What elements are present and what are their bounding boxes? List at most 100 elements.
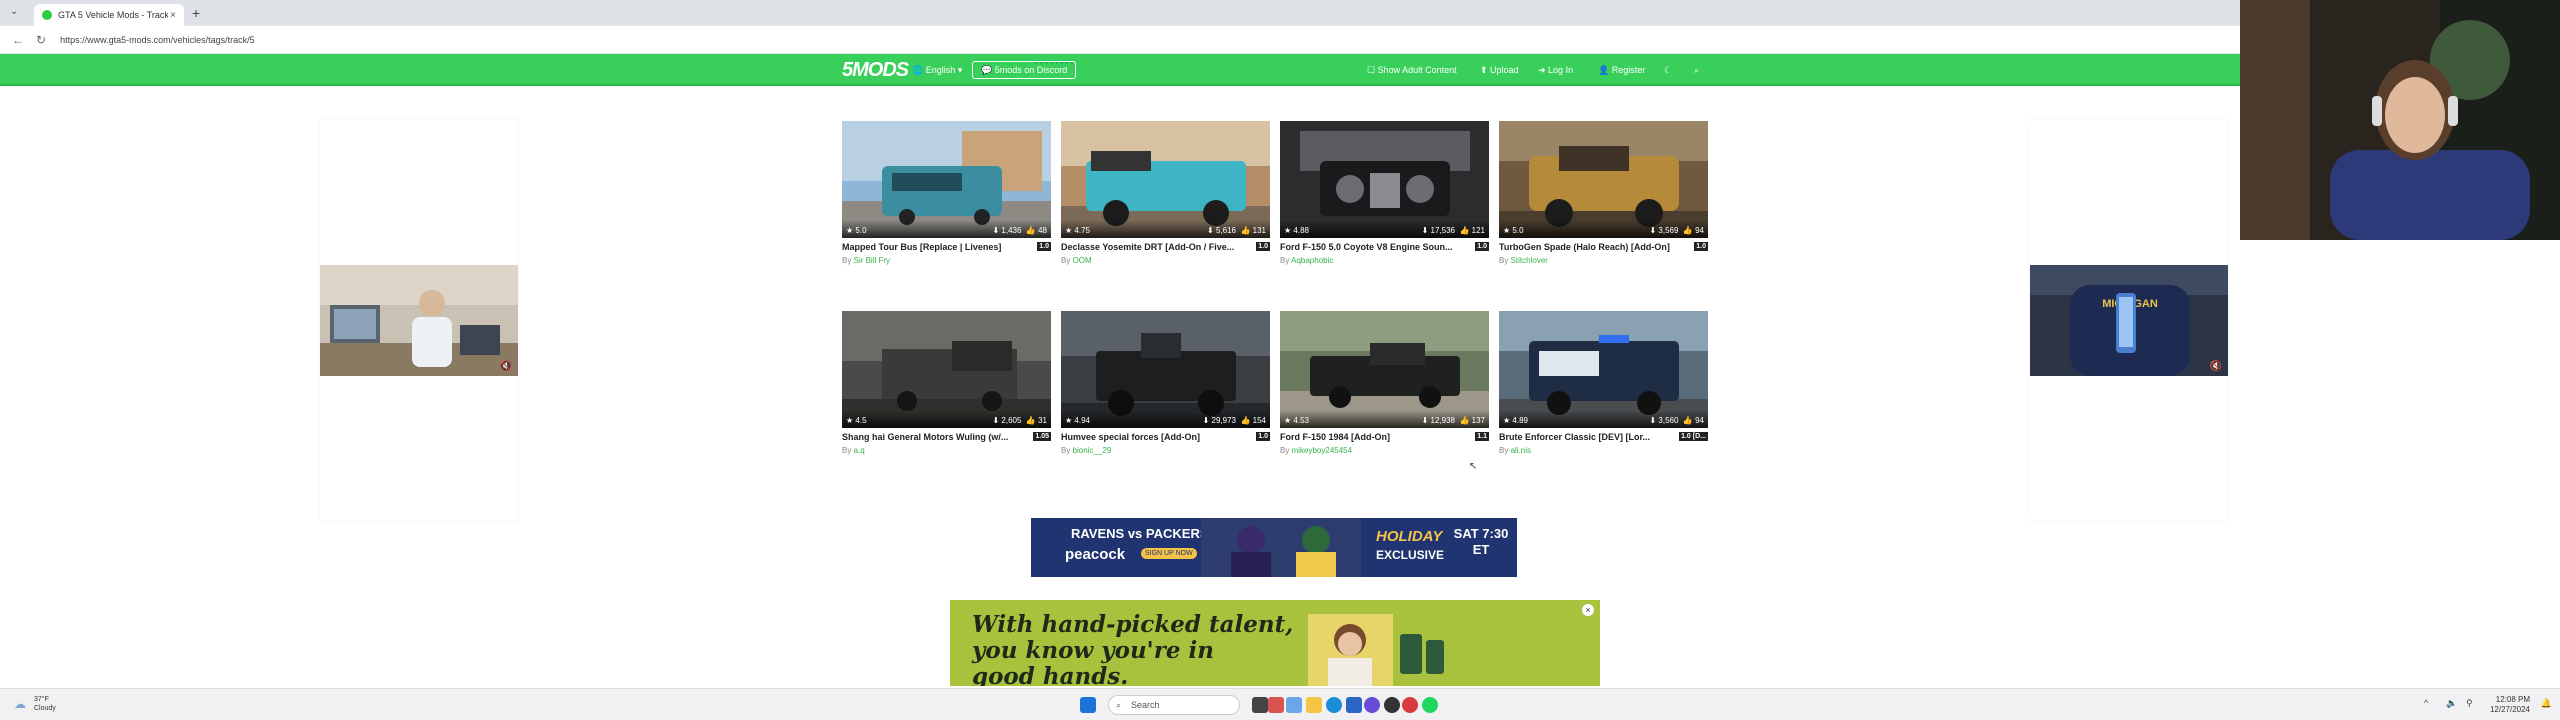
- task-view-icon[interactable]: [1252, 697, 1268, 713]
- search-icon[interactable]: ⌕: [1694, 65, 1699, 76]
- network-icon[interactable]: ⚲: [2466, 698, 2473, 709]
- mod-thumbnail[interactable]: ★ 4.88 ⬇ 17,536 👍 121: [1280, 121, 1489, 238]
- mod-version: 1.0: [1256, 242, 1270, 251]
- mod-author[interactable]: mikeyboy245454: [1292, 446, 1352, 455]
- theme-toggle-icon[interactable]: ☾: [1664, 65, 1672, 76]
- mod-title[interactable]: Mapped Tour Bus [Replace | Livenes]: [842, 242, 1001, 252]
- mod-author[interactable]: a.q: [854, 446, 865, 455]
- windows-taskbar: ☁ 37°F Cloudy ⌕ Search ^ 🔈 ⚲ 12:08 PM 12…: [0, 688, 2560, 720]
- talent-banner-ad[interactable]: With hand-picked talent, you know you're…: [950, 600, 1600, 686]
- mod-title-row[interactable]: Brute Enforcer Classic [DEV] [Lor... 1.0 …: [1499, 432, 1708, 442]
- mod-thumbnail[interactable]: ★ 4.89 ⬇ 3,560 👍 94: [1499, 311, 1708, 428]
- back-icon[interactable]: ←: [12, 33, 24, 47]
- mod-author[interactable]: OOM: [1073, 256, 1092, 265]
- mod-thumbnail[interactable]: ★ 4.5 ⬇ 2,605 👍 31: [842, 311, 1051, 428]
- peacock-banner-ad[interactable]: RAVENS vs PACKERS peacock SIGN UP NOW HO…: [1031, 518, 1517, 577]
- mod-card[interactable]: ★ 4.88 ⬇ 17,536 👍 121 Ford F-150 5.0 Coy…: [1280, 121, 1489, 265]
- star-icon: ★: [846, 416, 856, 425]
- register-label: Register: [1611, 65, 1646, 75]
- mod-thumbnail[interactable]: ★ 4.75 ⬇ 5,616 👍 131: [1061, 121, 1270, 238]
- browser-tab[interactable]: GTA 5 Vehicle Mods - Track - GTA 5 ×: [34, 4, 184, 26]
- login-link[interactable]: ➜ Log In: [1538, 65, 1573, 76]
- mod-title-row[interactable]: Ford F-150 1984 [Add-On] 1.1: [1280, 432, 1489, 442]
- game-time: SAT 7:30 ET: [1453, 526, 1509, 557]
- mod-title-row[interactable]: Ford F-150 5.0 Coyote V8 Engine Soun... 1…: [1280, 242, 1489, 252]
- mod-title[interactable]: Ford F-150 1984 [Add-On]: [1280, 432, 1390, 442]
- app-icon[interactable]: [1346, 697, 1362, 713]
- left-video-ad[interactable]: 🔇: [320, 265, 518, 376]
- mod-card[interactable]: ★ 4.89 ⬇ 3,560 👍 94 Brute Enforcer Class…: [1499, 311, 1708, 455]
- mod-title[interactable]: TurboGen Spade (Halo Reach) [Add-On]: [1499, 242, 1670, 252]
- obs-icon[interactable]: [1384, 697, 1400, 713]
- mute-icon[interactable]: 🔇: [500, 361, 512, 372]
- copilot-icon[interactable]: [1286, 697, 1302, 713]
- site-logo[interactable]: 5MODS: [842, 59, 909, 82]
- show-adult-content-link[interactable]: ☐ Show Adult Content: [1367, 65, 1457, 76]
- upload-link[interactable]: ⬆ Upload: [1480, 65, 1519, 76]
- volume-icon[interactable]: 🔈: [2446, 698, 2457, 709]
- mod-title[interactable]: Declasse Yosemite DRT [Add-On / Five...: [1061, 242, 1234, 252]
- mod-title[interactable]: Humvee special forces [Add-On]: [1061, 432, 1200, 442]
- windows-start-icon[interactable]: [1080, 697, 1096, 713]
- mod-title-row[interactable]: Mapped Tour Bus [Replace | Livenes] 1.0: [842, 242, 1051, 252]
- register-link[interactable]: 👤 Register: [1598, 65, 1645, 76]
- mod-title-row[interactable]: TurboGen Spade (Halo Reach) [Add-On] 1.0: [1499, 242, 1708, 252]
- mod-author[interactable]: Aqbaphobic: [1291, 256, 1333, 265]
- file-explorer-icon[interactable]: [1306, 697, 1322, 713]
- mod-title-row[interactable]: Declasse Yosemite DRT [Add-On / Five... 1…: [1061, 242, 1270, 252]
- mod-title[interactable]: Shang hai General Motors Wuling (w/...: [842, 432, 1008, 442]
- notification-icon[interactable]: 🔔: [2541, 698, 2552, 709]
- sign-up-button[interactable]: SIGN UP NOW: [1141, 548, 1197, 559]
- mod-author[interactable]: Sir Bill Fry: [854, 256, 890, 265]
- mod-author-row: By bionic__29: [1061, 446, 1111, 455]
- like-icon: 👍: [1678, 226, 1696, 235]
- mod-author-row: By ali.nis: [1499, 446, 1531, 455]
- tray-chevron-icon[interactable]: ^: [2424, 698, 2428, 708]
- mod-card[interactable]: ★ 4.5 ⬇ 2,605 👍 31 Shang hai General Mot…: [842, 311, 1051, 455]
- edge-browser-icon[interactable]: [1326, 697, 1342, 713]
- discord-taskbar-icon[interactable]: [1364, 697, 1380, 713]
- language-label: English: [925, 65, 956, 75]
- mod-author[interactable]: bionic__29: [1073, 446, 1112, 455]
- download-icon: ⬇: [1421, 416, 1431, 425]
- discord-button[interactable]: 💬 5mods on Discord: [972, 61, 1077, 79]
- url-field[interactable]: https://www.gta5-mods.com/vehicles/tags/…: [60, 35, 255, 45]
- close-tab-icon[interactable]: ×: [170, 10, 176, 21]
- mod-author[interactable]: Stitchlover: [1511, 256, 1548, 265]
- mod-title[interactable]: Brute Enforcer Classic [DEV] [Lor...: [1499, 432, 1650, 442]
- spotify-icon[interactable]: [1422, 697, 1438, 713]
- mod-title-row[interactable]: Humvee special forces [Add-On] 1.0: [1061, 432, 1270, 442]
- mod-version: 1.0: [1475, 242, 1489, 251]
- reload-icon[interactable]: ↻: [36, 33, 46, 47]
- weather-widget[interactable]: 37°F Cloudy: [34, 695, 56, 713]
- mod-author[interactable]: ali.nis: [1511, 446, 1531, 455]
- app-red-icon[interactable]: [1402, 697, 1418, 713]
- mod-thumbnail[interactable]: ★ 5.0 ⬇ 1,436 👍 48: [842, 121, 1051, 238]
- language-selector[interactable]: 🌐 English ▾: [912, 65, 962, 76]
- mod-card[interactable]: ★ 4.75 ⬇ 5,616 👍 131 Declasse Yosemite D…: [1061, 121, 1270, 265]
- office-man-image: [320, 265, 518, 376]
- weather-icon[interactable]: ☁: [14, 697, 26, 711]
- taskbar-clock[interactable]: 12:08 PM 12/27/2024: [2490, 695, 2530, 715]
- mouse-cursor-icon: ↖: [1469, 461, 1478, 472]
- tab-list-chevron-icon[interactable]: ⌄: [10, 6, 18, 17]
- widget-icon[interactable]: [1268, 697, 1284, 713]
- mod-card[interactable]: ★ 5.0 ⬇ 1,436 👍 48 Mapped Tour Bus [Repl…: [842, 121, 1051, 265]
- mod-thumbnail[interactable]: ★ 4.94 ⬇ 29,973 👍 154: [1061, 311, 1270, 428]
- close-ad-icon[interactable]: ×: [1582, 604, 1594, 616]
- mod-title[interactable]: Ford F-150 5.0 Coyote V8 Engine Soun...: [1280, 242, 1453, 252]
- mute-icon-right[interactable]: 🔇: [2210, 361, 2222, 372]
- mod-thumbnail[interactable]: ★ 5.0 ⬇ 3,569 👍 94: [1499, 121, 1708, 238]
- mod-card[interactable]: ★ 4.94 ⬇ 29,973 👍 154 Humvee special for…: [1061, 311, 1270, 455]
- peacock-logo: peacock: [1065, 546, 1126, 563]
- mod-card[interactable]: ★ 4.53 ⬇ 12,938 👍 137 Ford F-150 1984 [A…: [1280, 311, 1489, 455]
- mod-title-row[interactable]: Shang hai General Motors Wuling (w/... 1.…: [842, 432, 1051, 442]
- mod-thumbnail[interactable]: ★ 4.53 ⬇ 12,938 👍 137: [1280, 311, 1489, 428]
- taskbar-search[interactable]: ⌕ Search: [1108, 695, 1240, 715]
- mod-version: 1.05: [1033, 432, 1051, 441]
- mod-card[interactable]: ★ 5.0 ⬇ 3,569 👍 94 TurboGen Spade (Halo …: [1499, 121, 1708, 265]
- mod-downloads: 5,616: [1215, 226, 1236, 235]
- right-video-ad[interactable]: MICHIGAN 🔇: [2030, 265, 2228, 376]
- by-label: By: [1061, 446, 1071, 455]
- new-tab-icon[interactable]: +: [192, 5, 200, 21]
